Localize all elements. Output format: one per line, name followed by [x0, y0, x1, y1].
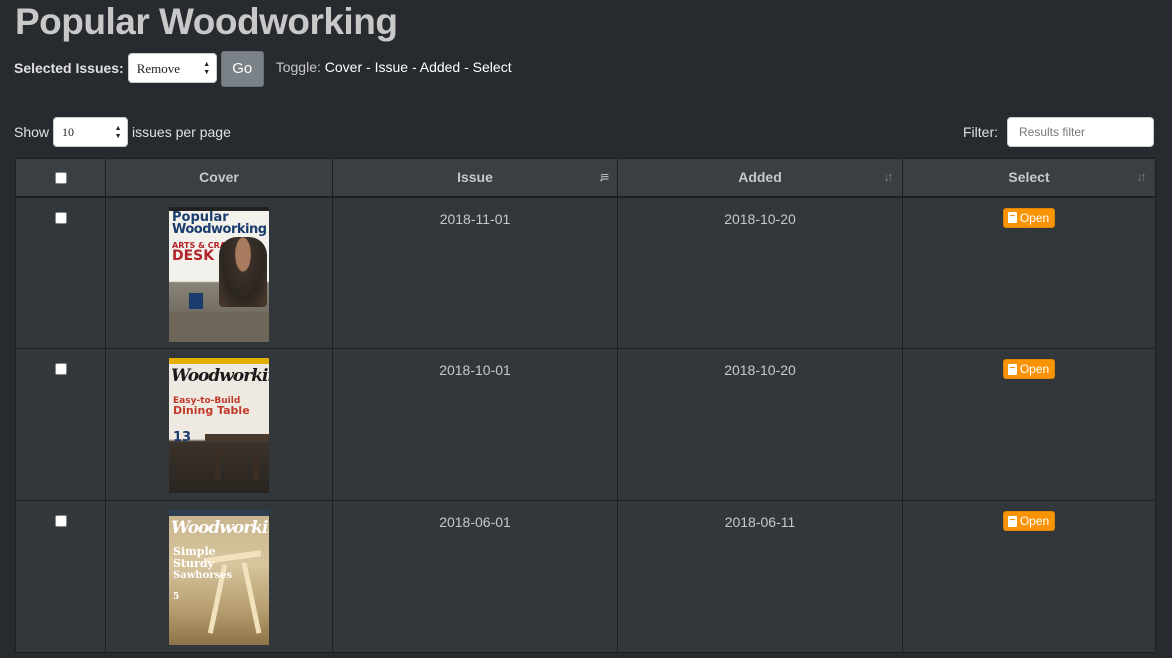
row-checkbox-cell: [15, 348, 106, 501]
issue-date: 2018-06-01: [332, 500, 618, 653]
book-icon: [1007, 363, 1017, 375]
select-cell: Open: [902, 500, 1156, 653]
cover-cell: Woodworking Simple Sturdy Sawhorses 5: [105, 500, 333, 653]
book-icon: [1007, 515, 1017, 527]
issues-table: Cover Issue ↓≡ Added ↓↑ Select ↓↑ Popula…: [15, 158, 1156, 653]
page-length-select[interactable]: 10 ▲ ▼: [53, 117, 129, 147]
column-toggle: Toggle: Cover - Issue - Added - Select: [275, 59, 512, 75]
column-header-cover: Cover: [105, 158, 333, 198]
page: Popular Woodworking Selected Issues: Rem…: [0, 0, 1172, 658]
toggle-issue-link[interactable]: Issue: [375, 59, 408, 75]
selected-issues-label: Selected Issues:: [14, 60, 124, 76]
issues-per-page-label: issues per page: [132, 124, 231, 140]
bulk-actions: Selected Issues: Remove ▲ ▼ Go Toggle: Co…: [14, 50, 512, 87]
toggle-select-link[interactable]: Select: [473, 59, 512, 75]
bulk-action-value: Remove: [136, 60, 181, 76]
table-header-row: Cover Issue ↓≡ Added ↓↑ Select ↓↑: [15, 158, 1156, 198]
row-checkbox[interactable]: [54, 211, 67, 224]
open-button[interactable]: Open: [1002, 359, 1056, 379]
sort-both-icon: ↓↑: [1136, 169, 1147, 184]
select-arrows-icon: ▲ ▼: [203, 59, 211, 76]
row-checkbox-cell: [15, 196, 106, 349]
table-row: Woodworking Easy-to-Build Dining Table 1…: [15, 348, 1156, 501]
issue-date: 2018-10-01: [332, 348, 618, 501]
go-button[interactable]: Go: [220, 50, 264, 87]
book-icon: [1007, 212, 1017, 223]
page-title: Popular Woodworking: [15, 1, 398, 42]
toggle-cover-link[interactable]: Cover: [325, 59, 362, 75]
sort-desc-icon: ↓≡: [597, 169, 609, 184]
table-row: Popular Woodworking ARTS & CRAFTS DESK 2…: [15, 196, 1156, 349]
select-arrows-icon: ▲ ▼: [114, 124, 122, 140]
select-all-header: [15, 158, 106, 198]
sort-both-icon: ↓↑: [883, 169, 894, 184]
column-header-select[interactable]: Select ↓↑: [902, 158, 1156, 198]
open-button[interactable]: Open: [1002, 511, 1056, 531]
filter: Filter: Results filter: [963, 117, 1154, 147]
added-date: 2018-06-11: [617, 500, 903, 653]
added-date: 2018-10-20: [617, 348, 903, 501]
added-date: 2018-10-20: [617, 196, 903, 349]
show-label: Show: [14, 124, 50, 140]
bulk-action-select[interactable]: Remove ▲ ▼: [127, 52, 217, 83]
results-filter-input[interactable]: Results filter: [1007, 117, 1154, 147]
cover-cell: Popular Woodworking ARTS & CRAFTS DESK: [105, 196, 333, 349]
cover-image[interactable]: Woodworking Simple Sturdy Sawhorses 5: [169, 510, 269, 645]
column-header-issue[interactable]: Issue ↓≡: [332, 158, 618, 198]
filter-label: Filter:: [963, 124, 998, 140]
row-checkbox[interactable]: [54, 515, 67, 527]
column-header-added[interactable]: Added ↓↑: [617, 158, 903, 198]
select-all-checkbox[interactable]: [54, 171, 67, 184]
cover-image[interactable]: Woodworking Easy-to-Build Dining Table 1…: [169, 358, 269, 493]
toggle-added-link[interactable]: Added: [420, 59, 460, 75]
toggle-label: Toggle:: [275, 59, 321, 75]
page-length-value: 10: [62, 125, 75, 139]
row-checkbox[interactable]: [54, 363, 67, 375]
table-row: Woodworking Simple Sturdy Sawhorses 5 20…: [15, 500, 1156, 653]
open-button[interactable]: Open: [1002, 207, 1056, 228]
issue-date: 2018-11-01: [332, 196, 618, 349]
cover-image[interactable]: Popular Woodworking ARTS & CRAFTS DESK: [169, 206, 269, 342]
row-checkbox-cell: [15, 500, 106, 653]
cover-cell: Woodworking Easy-to-Build Dining Table 1…: [105, 348, 333, 501]
select-cell: Open: [902, 196, 1156, 349]
page-length: Show 10 ▲ ▼ issues per page: [14, 117, 231, 147]
select-cell: Open: [902, 348, 1156, 501]
